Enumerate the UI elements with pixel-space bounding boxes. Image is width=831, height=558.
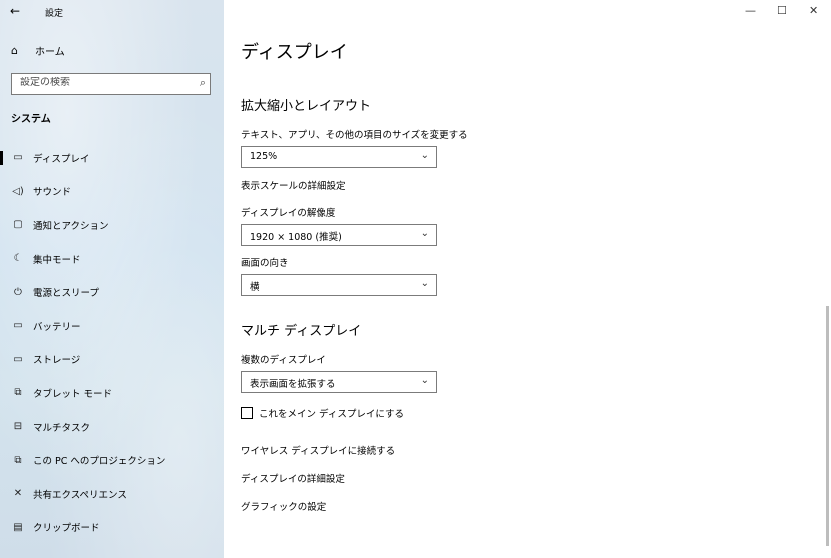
sidebar-item-label: 集中モード bbox=[33, 254, 81, 266]
sidebar: ← 設定 ⌂ ホーム ⌕ システム ▭ ディスプレイ ◁) サウンド ▢ 通知と… bbox=[0, 0, 224, 558]
wireless-display-link[interactable]: ワイヤレス ディスプレイに接続する bbox=[241, 443, 395, 457]
sidebar-item-label: ストレージ bbox=[33, 355, 81, 367]
sidebar-item-battery[interactable]: ▭ バッテリー bbox=[0, 309, 224, 343]
system-nav-list: ▭ ディスプレイ ◁) サウンド ▢ 通知とアクション ☾ 集中モード ⏻ 電源… bbox=[0, 141, 224, 544]
app-title: 設定 bbox=[45, 9, 64, 19]
scale-layout-heading: 拡大縮小とレイアウト bbox=[241, 99, 372, 114]
resolution-dropdown[interactable]: 1920 × 1080 (推奨) ⌄ bbox=[241, 224, 437, 246]
scale-dropdown[interactable]: 125% ⌄ bbox=[241, 146, 437, 168]
sidebar-item-display[interactable]: ▭ ディスプレイ bbox=[0, 141, 224, 175]
sidebar-item-shared[interactable]: ✕ 共有エクスペリエンス bbox=[0, 477, 224, 511]
storage-icon: ▭ bbox=[13, 353, 23, 365]
sidebar-item-focus[interactable]: ☾ 集中モード bbox=[0, 242, 224, 276]
advanced-display-link[interactable]: ディスプレイの詳細設定 bbox=[241, 471, 345, 485]
notification-icon: ▢ bbox=[13, 219, 23, 231]
power-icon: ⏻ bbox=[14, 286, 22, 298]
sidebar-item-label: 共有エクスペリエンス bbox=[33, 489, 127, 501]
clipboard-icon: ▤ bbox=[13, 521, 23, 533]
back-arrow-icon[interactable]: ← bbox=[10, 4, 20, 18]
projection-icon: ⧉ bbox=[14, 454, 22, 466]
battery-icon: ▭ bbox=[13, 320, 23, 332]
moon-icon: ☾ bbox=[13, 253, 23, 265]
scrollbar[interactable] bbox=[826, 306, 829, 546]
resolution-value: 1920 × 1080 (推奨) bbox=[250, 232, 342, 243]
main-display-checkbox-label: これをメイン ディスプレイにする bbox=[259, 409, 404, 420]
main-content: — ☐ ✕ ディスプレイ 拡大縮小とレイアウト テキスト、アプリ、その他の項目の… bbox=[224, 0, 831, 558]
monitor-icon: ▭ bbox=[13, 152, 23, 164]
home-icon: ⌂ bbox=[11, 44, 18, 57]
checkbox-box[interactable] bbox=[241, 407, 253, 419]
chevron-down-icon: ⌄ bbox=[420, 278, 429, 289]
orientation-label: 画面の向き bbox=[241, 258, 289, 269]
settings-search-input[interactable] bbox=[20, 77, 190, 88]
maximize-button[interactable]: ☐ bbox=[777, 4, 787, 17]
sidebar-item-sound[interactable]: ◁) サウンド bbox=[0, 175, 224, 209]
settings-search-box[interactable]: ⌕ bbox=[11, 73, 211, 95]
sidebar-item-tablet[interactable]: ⧉ タブレット モード bbox=[0, 376, 224, 410]
sidebar-item-label: バッテリー bbox=[33, 321, 81, 333]
sidebar-item-label: クリップボード bbox=[33, 523, 100, 535]
shared-icon: ✕ bbox=[13, 488, 23, 500]
sidebar-item-notifications[interactable]: ▢ 通知とアクション bbox=[0, 208, 224, 242]
sidebar-item-label: この PC へのプロジェクション bbox=[33, 456, 166, 468]
multitask-icon: ⊟ bbox=[13, 421, 23, 433]
search-icon[interactable]: ⌕ bbox=[200, 76, 206, 90]
multi-display-dropdown[interactable]: 表示画面を拡張する ⌄ bbox=[241, 371, 437, 393]
sidebar-item-multitasking[interactable]: ⊟ マルチタスク bbox=[0, 410, 224, 444]
main-display-checkbox[interactable]: これをメイン ディスプレイにする bbox=[241, 406, 404, 420]
sidebar-item-label: マルチタスク bbox=[33, 422, 91, 434]
tablet-icon: ⧉ bbox=[14, 387, 22, 399]
chevron-down-icon: ⌄ bbox=[420, 150, 429, 161]
scale-label: テキスト、アプリ、その他の項目のサイズを変更する bbox=[241, 130, 468, 141]
multi-display-label: 複数のディスプレイ bbox=[241, 355, 326, 366]
minimize-button[interactable]: — bbox=[745, 4, 756, 17]
home-nav-item[interactable]: ⌂ ホーム bbox=[11, 43, 65, 58]
sidebar-item-label: ディスプレイ bbox=[33, 153, 90, 165]
sidebar-item-label: タブレット モード bbox=[33, 388, 113, 400]
resolution-label: ディスプレイの解像度 bbox=[241, 208, 336, 219]
orientation-value: 横 bbox=[250, 282, 260, 293]
graphics-settings-link[interactable]: グラフィックの設定 bbox=[241, 499, 326, 513]
sidebar-item-label: 電源とスリープ bbox=[33, 288, 99, 300]
chevron-down-icon: ⌄ bbox=[420, 228, 429, 239]
sidebar-item-power[interactable]: ⏻ 電源とスリープ bbox=[0, 275, 224, 309]
sidebar-item-projection[interactable]: ⧉ この PC へのプロジェクション bbox=[0, 443, 224, 477]
page-title: ディスプレイ bbox=[241, 42, 348, 63]
sidebar-item-clipboard[interactable]: ▤ クリップボード bbox=[0, 511, 224, 545]
orientation-dropdown[interactable]: 横 ⌄ bbox=[241, 274, 437, 296]
multi-display-heading: マルチ ディスプレイ bbox=[241, 324, 362, 339]
section-title-system: システム bbox=[11, 114, 51, 125]
home-label: ホーム bbox=[35, 47, 65, 58]
speaker-icon: ◁) bbox=[12, 185, 24, 197]
advanced-scaling-link[interactable]: 表示スケールの詳細設定 bbox=[241, 178, 346, 192]
sidebar-item-label: 通知とアクション bbox=[33, 220, 109, 232]
sidebar-item-storage[interactable]: ▭ ストレージ bbox=[0, 343, 224, 377]
scale-value: 125% bbox=[250, 151, 278, 162]
chevron-down-icon: ⌄ bbox=[420, 375, 429, 386]
multi-display-value: 表示画面を拡張する bbox=[250, 379, 336, 390]
close-button[interactable]: ✕ bbox=[809, 4, 818, 17]
sidebar-item-label: サウンド bbox=[33, 187, 72, 199]
